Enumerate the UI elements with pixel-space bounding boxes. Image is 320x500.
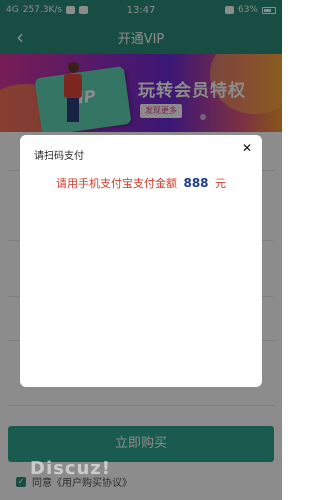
payment-dialog: 请扫码支付 ✕ 请用手机支付宝支付金额 888 元: [20, 135, 262, 387]
payment-amount: 888: [183, 176, 209, 190]
payment-unit: 元: [215, 177, 227, 190]
close-icon: ✕: [241, 141, 253, 155]
watermark: Discuz!: [30, 458, 111, 479]
close-button[interactable]: ✕: [238, 139, 256, 157]
payment-message: 请用手机支付宝支付金额 888 元: [20, 175, 262, 191]
payment-message-text: 请用手机支付宝支付金额: [55, 177, 177, 190]
dialog-title: 请扫码支付: [34, 151, 84, 162]
